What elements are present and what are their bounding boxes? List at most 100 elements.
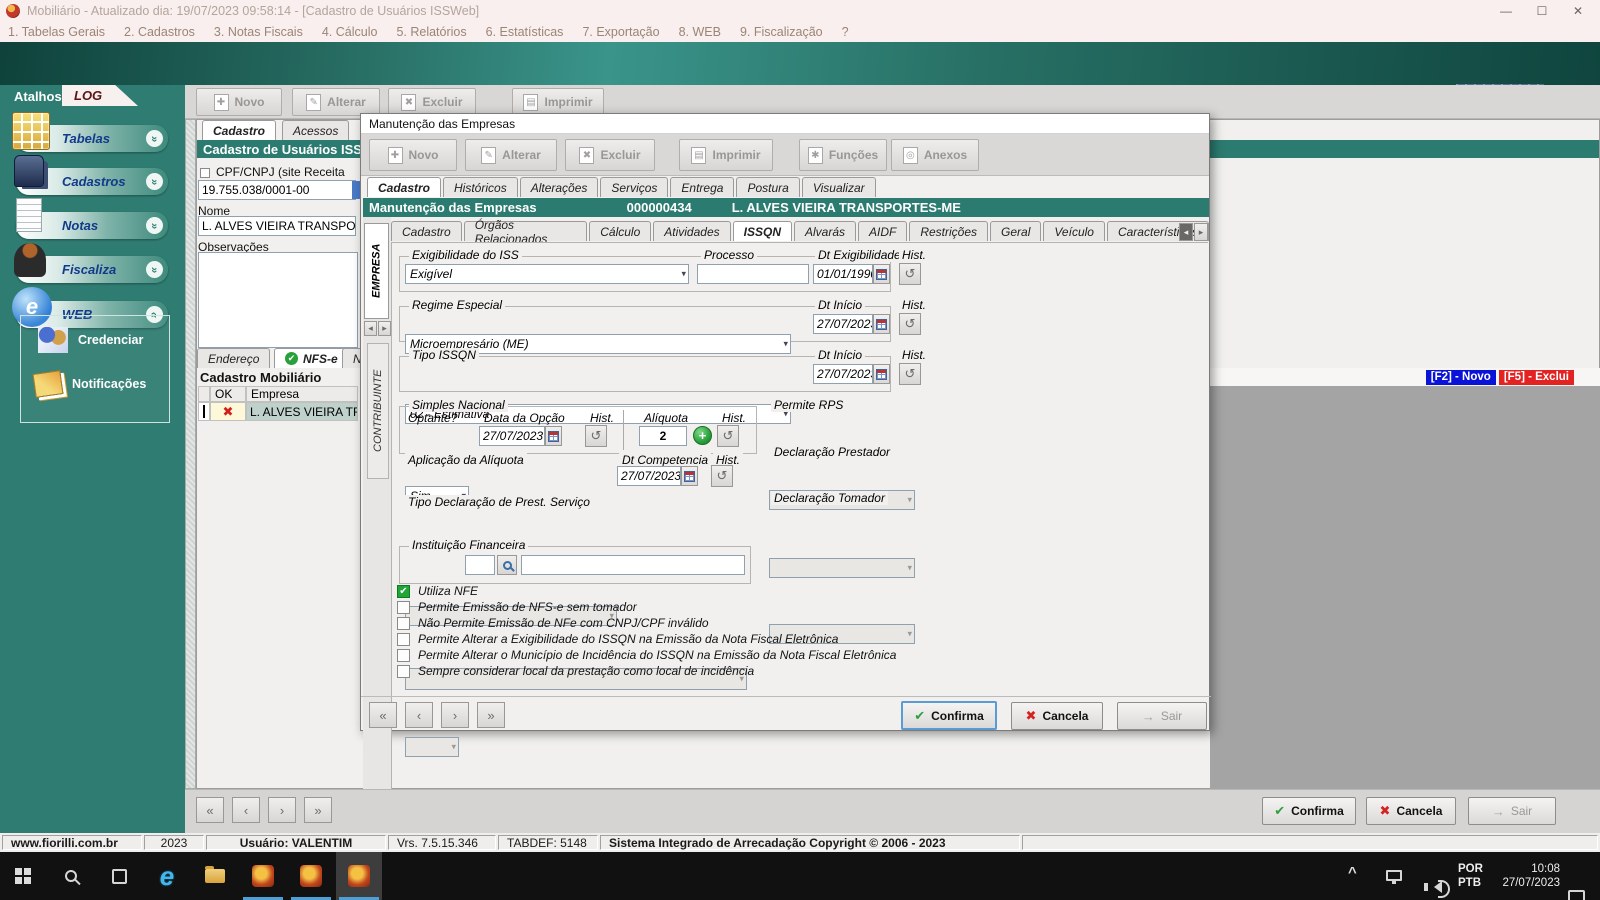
keyboard-language[interactable]: POR PTB	[1458, 862, 1483, 890]
calendar-button[interactable]	[873, 364, 890, 384]
record-prev-button[interactable]: ‹	[405, 702, 433, 728]
menu-web[interactable]: 8. WEB	[679, 25, 721, 39]
close-button[interactable]: ✕	[1560, 0, 1596, 22]
cpf-checkbox[interactable]	[200, 168, 210, 178]
cancela-button[interactable]: ✖ Cancela	[1366, 797, 1456, 825]
tab-entrega[interactable]: Entrega	[670, 177, 735, 197]
network-icon[interactable]	[1386, 870, 1402, 884]
imprimir-button[interactable]: ▤ Imprimir	[512, 88, 604, 116]
checkbox[interactable]	[397, 648, 410, 662]
dialog-imprimir-button[interactable]: ▤ Imprimir	[679, 139, 773, 171]
record-next-button[interactable]: ›	[268, 797, 296, 823]
subtab-scroll-next[interactable]: ▸	[1194, 223, 1208, 241]
dialog-anexos-button[interactable]: ◎ Anexos	[891, 139, 979, 171]
vtab-scroll-prev[interactable]: ◂	[364, 321, 377, 336]
chevron-down-icon[interactable]: »	[146, 130, 163, 147]
hist-button[interactable]: ↺	[899, 263, 921, 285]
dt-competencia-input[interactable]: 27/07/2023	[617, 466, 681, 486]
hist-button[interactable]: ↺	[711, 465, 733, 487]
tab-alteracoes[interactable]: Alterações	[519, 177, 599, 197]
tipo-dt-input[interactable]: 27/07/2023	[813, 364, 873, 384]
app-button-active[interactable]	[336, 852, 382, 900]
calendar-button[interactable]	[681, 466, 698, 486]
tab-visualizar[interactable]: Visualizar	[801, 177, 876, 197]
record-last-button[interactable]: »	[477, 702, 505, 728]
data-opcao-input[interactable]: 27/07/2023	[479, 426, 545, 446]
minimize-button[interactable]: —	[1488, 0, 1524, 22]
checkbox[interactable]	[397, 584, 410, 598]
instituicao-nome-input[interactable]	[521, 555, 745, 575]
subtab-scroll-prev[interactable]: ◂	[1179, 223, 1193, 241]
record-first-button[interactable]: «	[196, 797, 224, 823]
chevron-down-icon[interactable]: »	[146, 173, 163, 190]
tab-endereco[interactable]: Endereço	[197, 348, 271, 368]
confirma-button[interactable]: ✔ Confirma	[1262, 797, 1356, 825]
checkbox[interactable]	[397, 664, 410, 678]
menu-help[interactable]: ?	[842, 25, 849, 39]
internet-explorer-button[interactable]: e	[144, 852, 190, 900]
processo-input[interactable]	[697, 264, 809, 284]
checkbox-row-alterar-exigibilidade[interactable]: Permite Alterar a Exigibilidade do ISSQN…	[397, 632, 838, 646]
add-aliquota-button[interactable]: +	[693, 426, 712, 445]
checkbox[interactable]	[397, 616, 410, 630]
menu-notas-fiscais[interactable]: 3. Notas Fiscais	[214, 25, 303, 39]
tab-acessos[interactable]: Acessos	[282, 120, 350, 140]
cpf-input[interactable]: 19.755.038/0001-00	[198, 180, 356, 200]
novo-button[interactable]: ✚ Novo	[196, 88, 282, 116]
checkbox[interactable]	[397, 632, 410, 646]
record-first-button[interactable]: «	[369, 702, 397, 728]
subtab-alvaras[interactable]: Alvarás	[793, 221, 856, 241]
tab-historicos[interactable]: Históricos	[443, 177, 518, 197]
clock[interactable]: 10:08 27/07/2023	[1494, 862, 1560, 890]
instituicao-codigo-input[interactable]	[465, 555, 495, 575]
menu-tabelas-gerais[interactable]: 1. Tabelas Gerais	[8, 25, 105, 39]
regime-dt-input[interactable]: 27/07/2023	[813, 314, 873, 334]
dt-exigibilidade-input[interactable]: 01/01/1990	[813, 264, 873, 284]
vtab-scroll-next[interactable]: ▸	[378, 321, 391, 336]
grid-cell-ok[interactable]: ✖	[210, 402, 246, 421]
cancela-button[interactable]: ✖ Cancela	[1011, 702, 1103, 730]
search-button[interactable]	[497, 555, 517, 575]
aliquota-input[interactable]: 2	[639, 426, 687, 446]
dialog-novo-button[interactable]: ✚ Novo	[369, 139, 457, 171]
volume-icon[interactable]	[1424, 880, 1450, 898]
menu-relatorios[interactable]: 5. Relatórios	[396, 25, 466, 39]
checkbox[interactable]	[397, 600, 410, 614]
subtab-orgaos-relacionados[interactable]: Órgãos Relacionados	[463, 218, 588, 246]
record-next-button[interactable]: ›	[441, 702, 469, 728]
checkbox-row-local-prestacao[interactable]: Sempre considerar local da prestação com…	[397, 664, 754, 678]
dialog-excluir-button[interactable]: ✖ Excluir	[565, 139, 655, 171]
subtab-aidf[interactable]: AIDF	[858, 221, 908, 241]
subtab-calculo[interactable]: Cálculo	[589, 221, 652, 241]
calendar-button[interactable]	[873, 314, 890, 334]
hist-button[interactable]: ↺	[585, 425, 607, 447]
app-button-1[interactable]	[240, 852, 286, 900]
subtab-geral[interactable]: Geral	[990, 221, 1042, 241]
checkbox-row-cnpj-invalido[interactable]: Não Permite Emissão de NFe com CNPJ/CPF …	[397, 616, 709, 630]
maximize-button[interactable]: ☐	[1524, 0, 1560, 22]
tray-chevron-icon[interactable]: ^	[1348, 864, 1357, 881]
chevron-down-icon[interactable]: »	[146, 261, 163, 278]
subtab-restricoes[interactable]: Restrições	[909, 221, 989, 241]
checkbox-row-sem-tomador[interactable]: Permite Emissão de NFS-e sem tomador	[397, 600, 637, 614]
hist-button[interactable]: ↺	[717, 425, 739, 447]
excluir-button[interactable]: ✖ Excluir	[388, 88, 476, 116]
mdi-left-scrollbar[interactable]	[185, 119, 196, 789]
chevron-down-icon[interactable]: »	[146, 217, 163, 234]
menu-fiscalizacao[interactable]: 9. Fiscalização	[740, 25, 823, 39]
vtab-contribuinte[interactable]: CONTRIBUINTE	[367, 343, 389, 479]
tab-postura[interactable]: Postura	[736, 177, 800, 197]
tab-servicos[interactable]: Serviços	[600, 177, 669, 197]
checkbox-row-alterar-municipio[interactable]: Permite Alterar o Município de Incidênci…	[397, 648, 896, 662]
hist-button[interactable]: ↺	[899, 363, 921, 385]
calendar-button[interactable]	[873, 264, 890, 284]
menu-cadastros[interactable]: 2. Cadastros	[124, 25, 195, 39]
sair-button[interactable]: → Sair	[1117, 702, 1207, 730]
subtab-atividades[interactable]: Atividades	[653, 221, 731, 241]
vtab-empresa[interactable]: EMPRESA	[364, 223, 389, 319]
tab-cadastro[interactable]: Cadastro	[367, 177, 442, 197]
menu-estatisticas[interactable]: 6. Estatísticas	[486, 25, 564, 39]
nome-input[interactable]: L. ALVES VIEIRA TRANSPORTES-ME	[198, 216, 356, 236]
dialog-funcoes-button[interactable]: ✱ Funções	[799, 139, 887, 171]
grid-cell-empresa[interactable]: L. ALVES VIEIRA TRANSPORTES-ME	[246, 402, 358, 421]
